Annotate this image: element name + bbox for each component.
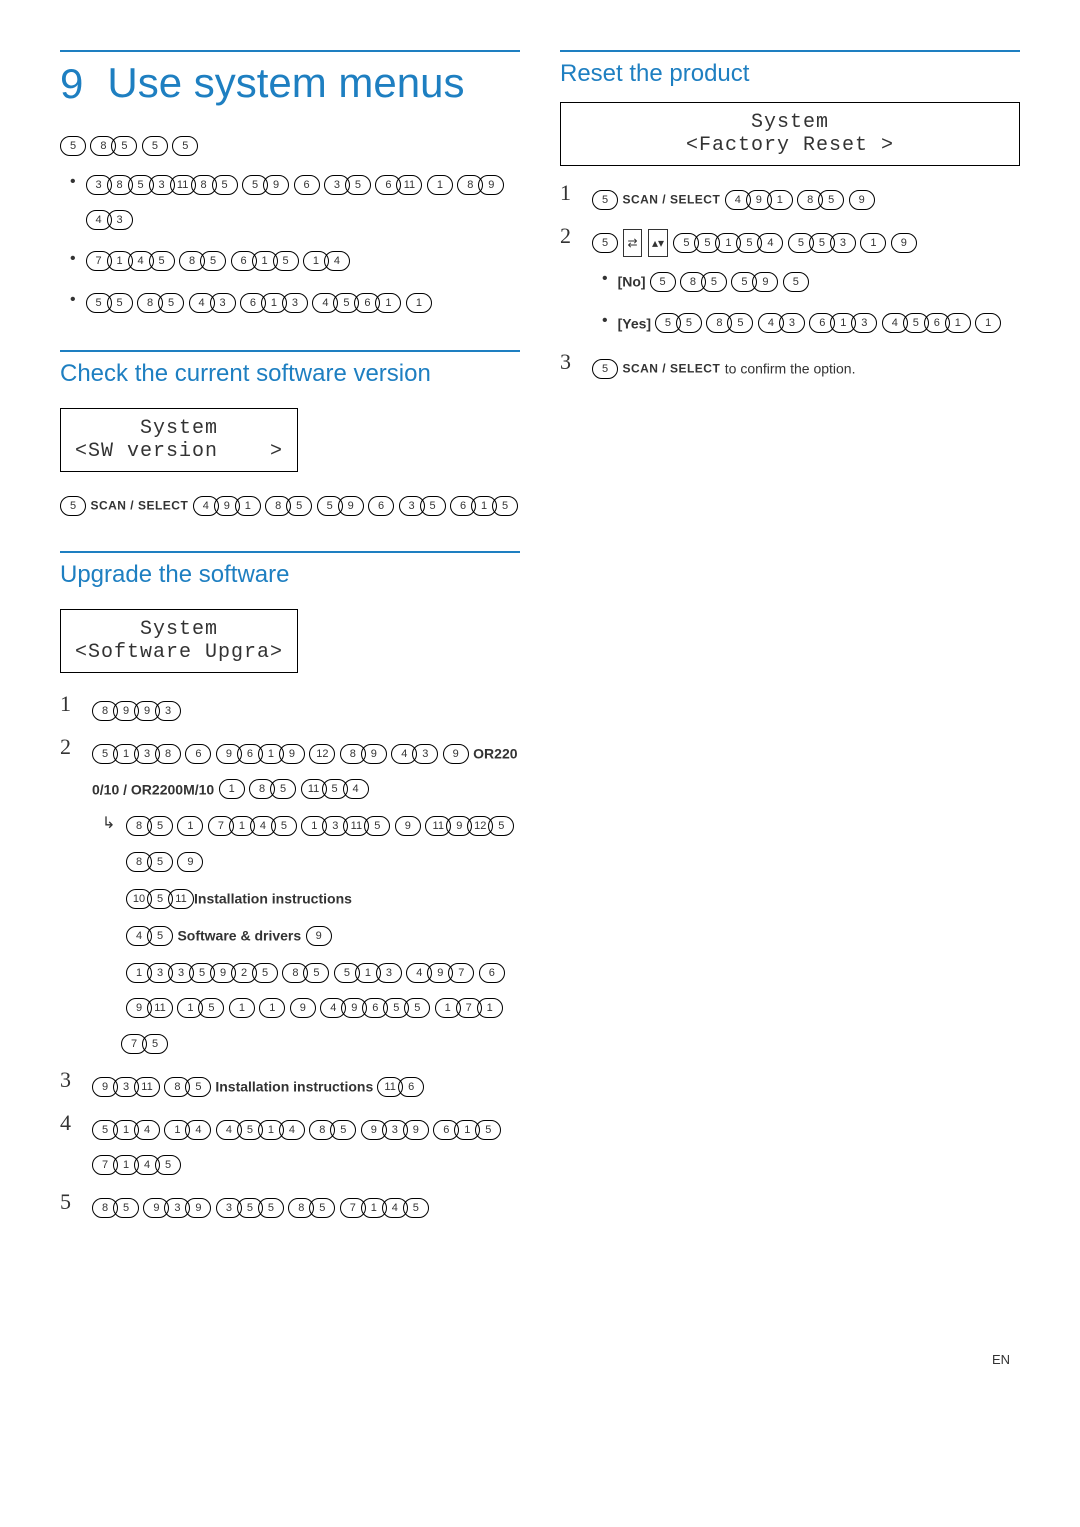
reset-option: •[No] 5 85 59 5: [602, 262, 1020, 301]
scan-select-label: SCAN / SELECT: [622, 193, 720, 207]
upgrade-step: 4514 14 4514 85 939 615 7145: [60, 1110, 520, 1184]
rule: [60, 551, 520, 553]
scan-select-label: SCAN / SELECT: [90, 499, 188, 513]
intro-bullet: •55 85 43 613 4561 1: [70, 283, 520, 322]
check-title: Check the current software version: [60, 360, 520, 388]
lcd-factory-reset: System <Factory Reset >: [560, 102, 1020, 166]
lcd-software-upgrade: System <Software Upgra>: [60, 609, 298, 673]
lcd-sw-version: System <SW version >: [60, 408, 298, 472]
scan-select-label: SCAN / SELECT: [622, 361, 720, 375]
reset-step-2: 2 5 ⇄ ▴▾ 55154 553 1 9 •[No] 5 85 59 5•[…: [560, 223, 1020, 345]
chapter-title: Use system menus: [107, 60, 464, 106]
reset-step-1: 1 5 SCAN / SELECT 491 85 9: [560, 180, 1020, 219]
nav-icon: ▴▾: [648, 229, 668, 257]
chapter-heading: 9 Use system menus: [60, 60, 520, 108]
rule: [560, 50, 1020, 52]
intro-bullet: •7145 85 615 14: [70, 242, 520, 281]
upgrade-step: 585 939 355 85 7145: [60, 1189, 520, 1228]
page-footer: EN: [60, 1352, 1020, 1367]
chapter-number: 9: [60, 60, 83, 108]
rule: [60, 350, 520, 352]
intro-line: 5 85 5 5: [60, 128, 520, 163]
rule: [60, 50, 520, 52]
intro-bullet: •38531185 59 6 35 611 1 89 43: [70, 165, 520, 239]
upgrade-step: 18993: [60, 691, 520, 730]
upgrade-title: Upgrade the software: [60, 561, 520, 589]
nav-icon: ⇄: [623, 229, 641, 257]
reset-title: Reset the product: [560, 60, 1020, 88]
check-instruction: 5 SCAN / SELECT 491 85 59 6 35 615: [60, 488, 520, 523]
reset-step-3: 3 5 SCAN / SELECT to confirm the option.: [560, 349, 1020, 388]
intro-block: 5 85 5 5 •38531185 59 6 35 611 1 89 43•7…: [60, 128, 520, 322]
reset-option: •[Yes] 55 85 43 613 4561 1: [602, 304, 1020, 343]
upgrade-step: 39311 85 Installation instructions 116: [60, 1067, 520, 1106]
upgrade-step: 25138 6 9619 12 89 43 9 OR2200/10 / OR22…: [60, 734, 520, 1063]
